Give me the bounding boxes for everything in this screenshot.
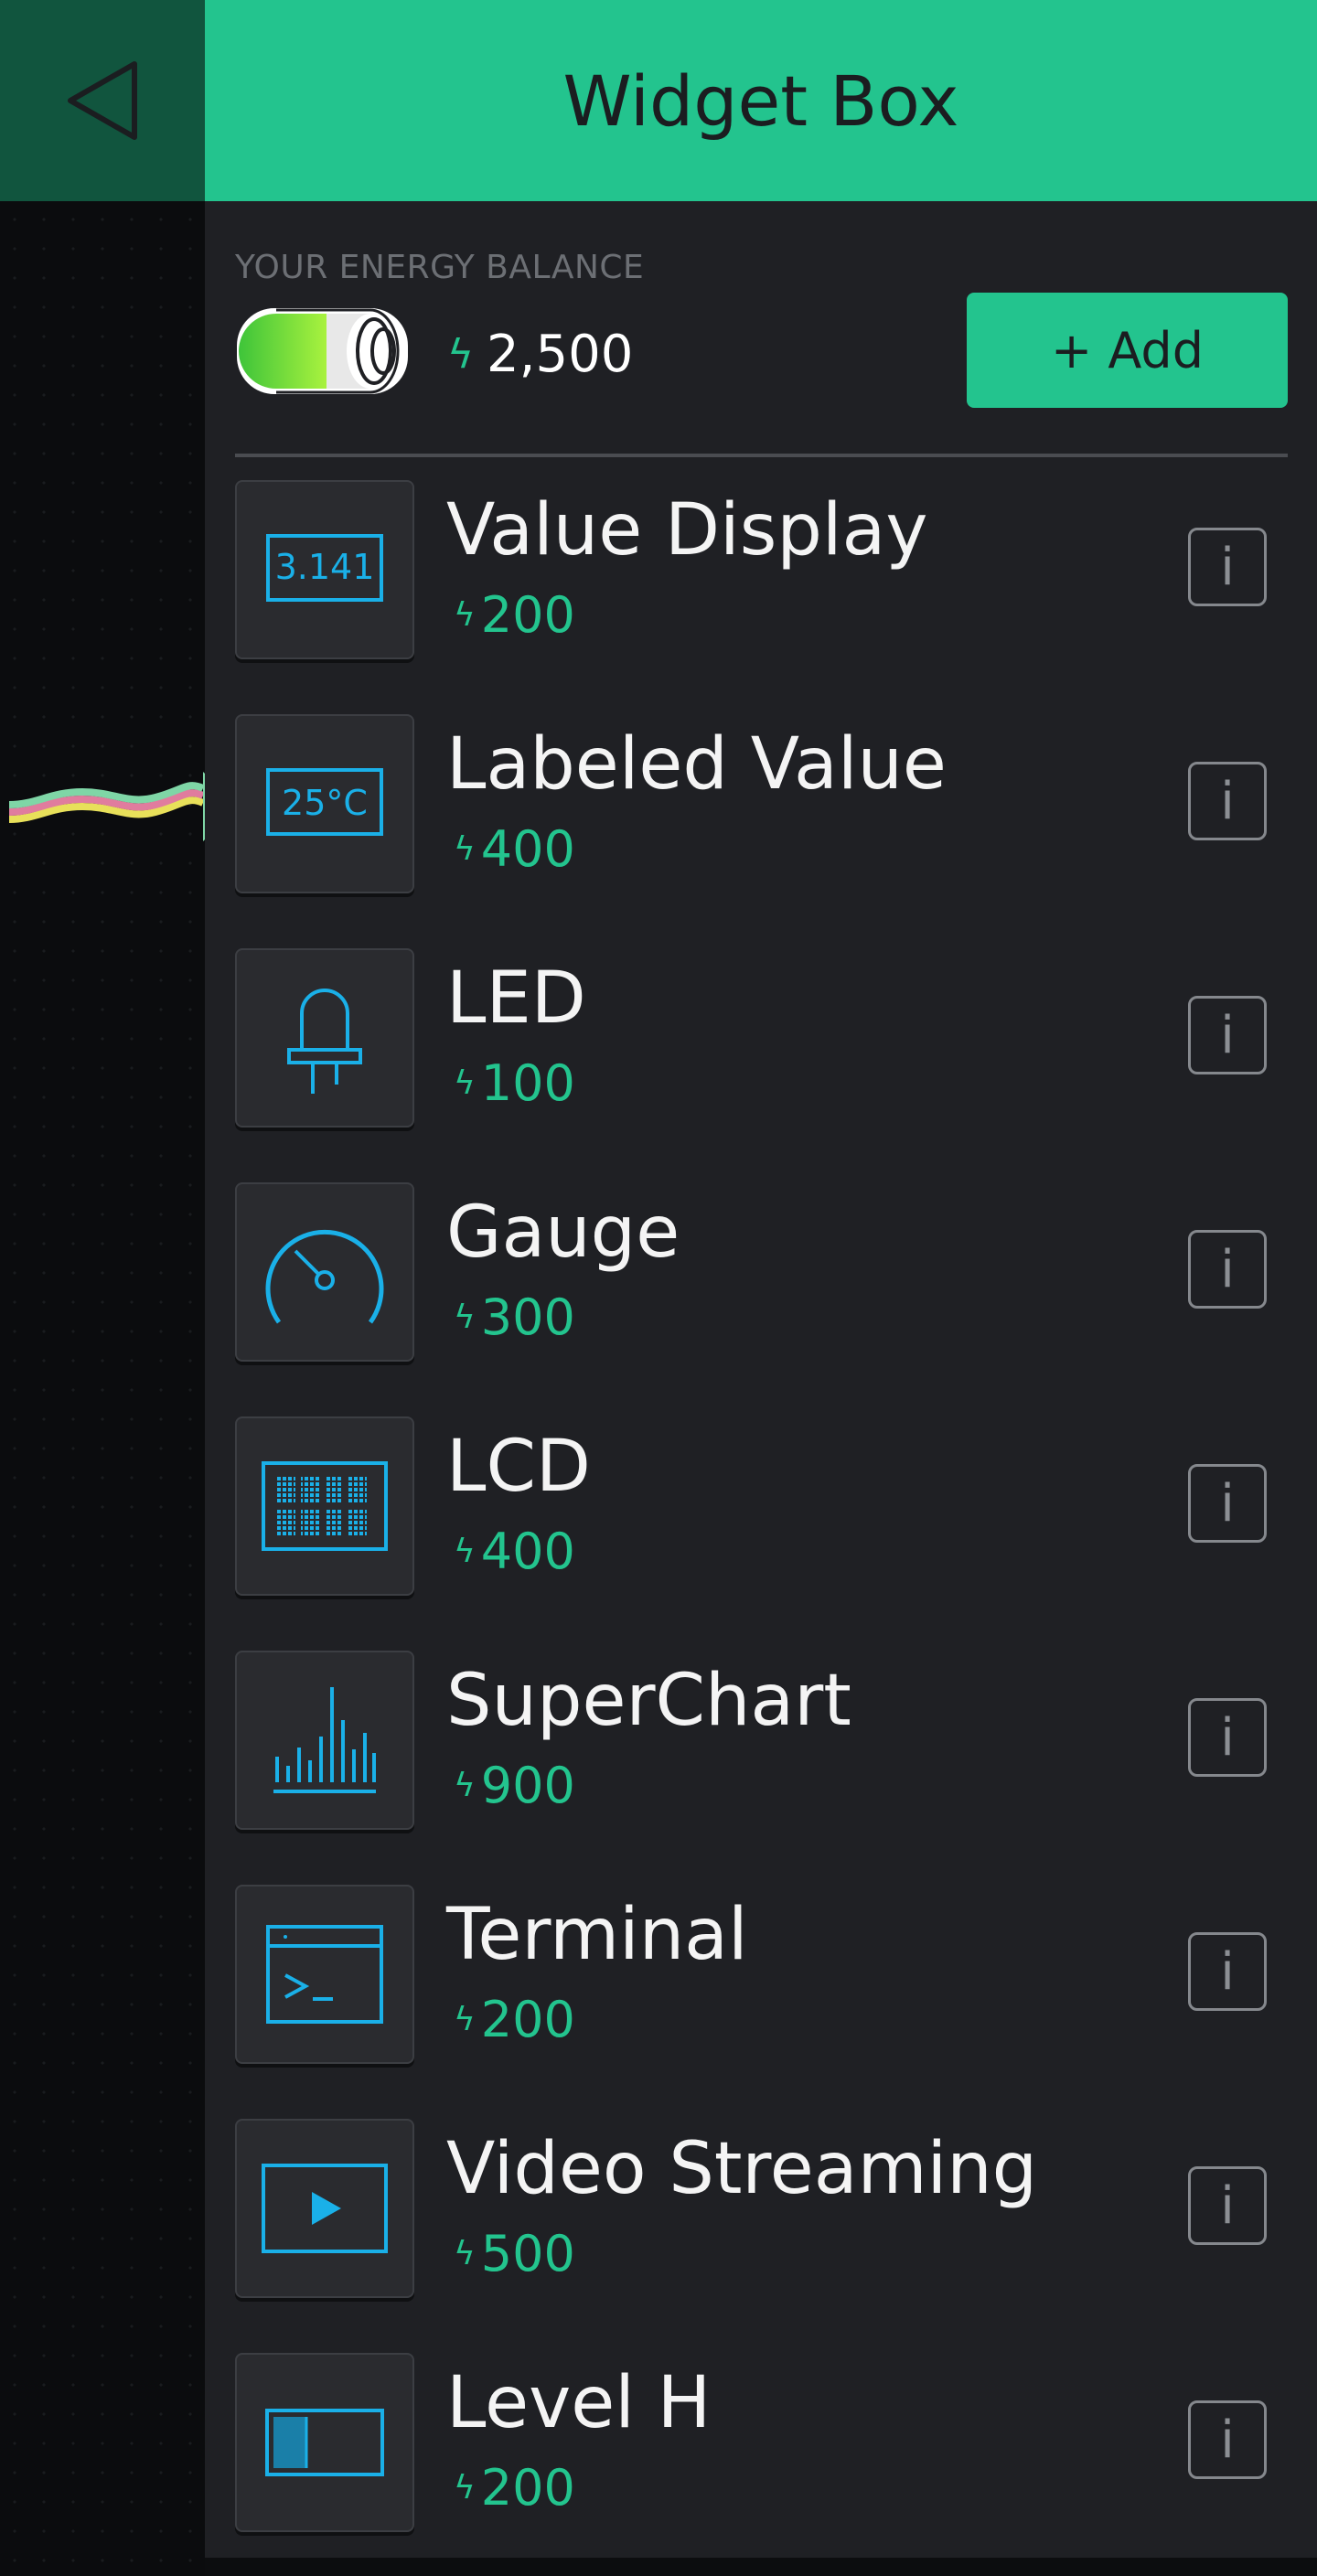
energy-bolt-icon: ϟ — [454, 2469, 476, 2507]
widget-name: Value Display — [446, 489, 928, 572]
widget-cost: ϟ 300 — [454, 1288, 575, 1346]
widget-name: Video Streaming — [446, 2128, 1038, 2210]
widget-icon-box[interactable] — [235, 2119, 414, 2298]
widget-row-lcd[interactable]: LCD ϟ 400 i — [205, 1416, 1317, 1599]
widget-cost: ϟ 200 — [454, 1991, 575, 2048]
video-streaming-icon — [262, 2164, 388, 2253]
info-icon: i — [1220, 537, 1235, 597]
widget-cost: ϟ 900 — [454, 1757, 575, 1814]
widget-name: SuperChart — [446, 1660, 851, 1742]
widget-cost-value: 500 — [480, 2225, 575, 2282]
widget-name: Labeled Value — [446, 723, 947, 806]
labeled-value-icon-text: 25°C — [282, 783, 368, 823]
widget-name: Level H — [446, 2362, 712, 2444]
energy-bolt-icon: ϟ — [454, 2001, 476, 2038]
widget-icon-box[interactable] — [235, 948, 414, 1128]
widget-cost-value: 100 — [480, 1054, 575, 1112]
widget-row-gauge[interactable]: Gauge ϟ 300 i — [205, 1182, 1317, 1365]
superchart-icon — [273, 1687, 376, 1793]
back-button[interactable] — [0, 0, 205, 201]
widget-cost: ϟ 200 — [454, 586, 575, 644]
widget-cost-value: 200 — [480, 1991, 575, 2048]
info-icon: i — [1220, 1005, 1235, 1065]
info-button[interactable]: i — [1188, 1698, 1267, 1777]
info-icon: i — [1220, 771, 1235, 831]
info-icon: i — [1220, 1707, 1235, 1768]
widget-row-level-h[interactable]: Level H ϟ 200 i — [205, 2353, 1317, 2536]
widget-cost: ϟ 500 — [454, 2225, 575, 2282]
widget-cost: ϟ 100 — [454, 1054, 575, 1112]
info-icon: i — [1220, 2175, 1235, 2236]
widget-cost-value: 200 — [480, 586, 575, 644]
labeled-value-icon: 25°C — [266, 768, 383, 836]
energy-bolt-icon: ϟ — [454, 1767, 476, 1804]
widget-name: LED — [446, 957, 586, 1040]
widget-icon-box[interactable] — [235, 1885, 414, 2064]
app-header: Widget Box — [205, 0, 1317, 201]
widget-name: LCD — [446, 1426, 591, 1508]
info-button[interactable]: i — [1188, 2166, 1267, 2245]
energy-bolt-icon: ϟ — [454, 1299, 476, 1336]
widget-icon-box[interactable] — [235, 1416, 414, 1596]
lcd-icon — [262, 1461, 388, 1551]
widget-cost-value: 400 — [480, 820, 575, 878]
widget-name: Terminal — [446, 1894, 748, 1976]
gauge-icon — [265, 1229, 384, 1324]
widget-row-led[interactable]: LED ϟ 100 i — [205, 948, 1317, 1131]
info-button[interactable]: i — [1188, 528, 1267, 606]
info-button[interactable]: i — [1188, 996, 1267, 1074]
terminal-icon — [266, 1925, 383, 2024]
widget-name: Gauge — [446, 1192, 680, 1274]
widget-icon-box[interactable] — [235, 1651, 414, 1830]
widget-icon-box[interactable] — [235, 2353, 414, 2532]
widget-cost-value: 200 — [480, 2459, 575, 2517]
value-display-icon: 3.141 — [266, 534, 383, 602]
widget-icon-box[interactable]: 25°C — [235, 714, 414, 893]
info-button[interactable]: i — [1188, 2400, 1267, 2479]
info-button[interactable]: i — [1188, 1230, 1267, 1309]
widget-cost-value: 900 — [480, 1757, 575, 1814]
info-icon: i — [1220, 1239, 1235, 1299]
energy-bolt-icon: ϟ — [454, 1533, 476, 1570]
energy-bolt-icon: ϟ — [454, 2235, 476, 2272]
widget-list: 3.141 Value Display ϟ 200 i 25°C Labeled… — [205, 201, 1317, 2558]
widget-row-labeled-value[interactable]: 25°C Labeled Value ϟ 400 i — [205, 714, 1317, 897]
widget-cost: ϟ 400 — [454, 1523, 575, 1580]
energy-bolt-icon: ϟ — [454, 596, 476, 634]
canvas-background — [0, 0, 205, 2576]
energy-bolt-icon: ϟ — [454, 830, 476, 868]
led-icon — [287, 989, 362, 1094]
widget-cost: ϟ 200 — [454, 2459, 575, 2517]
info-icon: i — [1220, 1473, 1235, 1534]
widget-row-superchart[interactable]: SuperChart ϟ 900 i — [205, 1651, 1317, 1833]
level-h-icon — [265, 2409, 384, 2476]
info-icon: i — [1220, 2410, 1235, 2470]
widget-icon-box[interactable] — [235, 1182, 414, 1362]
widget-row-video-streaming[interactable]: Video Streaming ϟ 500 i — [205, 2119, 1317, 2302]
info-icon: i — [1220, 1941, 1235, 2002]
info-button[interactable]: i — [1188, 1932, 1267, 2011]
widget-cost: ϟ 400 — [454, 820, 575, 878]
energy-bolt-icon: ϟ — [454, 1064, 476, 1102]
value-display-icon-text: 3.141 — [275, 547, 375, 587]
widget-icon-box[interactable]: 3.141 — [235, 480, 414, 659]
widget-row-terminal[interactable]: Terminal ϟ 200 i — [205, 1885, 1317, 2068]
widget-cost-value: 400 — [480, 1523, 575, 1580]
page-title: Widget Box — [562, 59, 959, 142]
info-button[interactable]: i — [1188, 1464, 1267, 1543]
widget-box-panel: YOUR ENERGY BALANCE ϟ 2,500 + Add 3.141 — [205, 201, 1317, 2558]
widget-row-value-display[interactable]: 3.141 Value Display ϟ 200 i — [205, 480, 1317, 663]
back-arrow-icon — [68, 61, 137, 140]
info-button[interactable]: i — [1188, 762, 1267, 840]
widget-cost-value: 300 — [480, 1288, 575, 1346]
